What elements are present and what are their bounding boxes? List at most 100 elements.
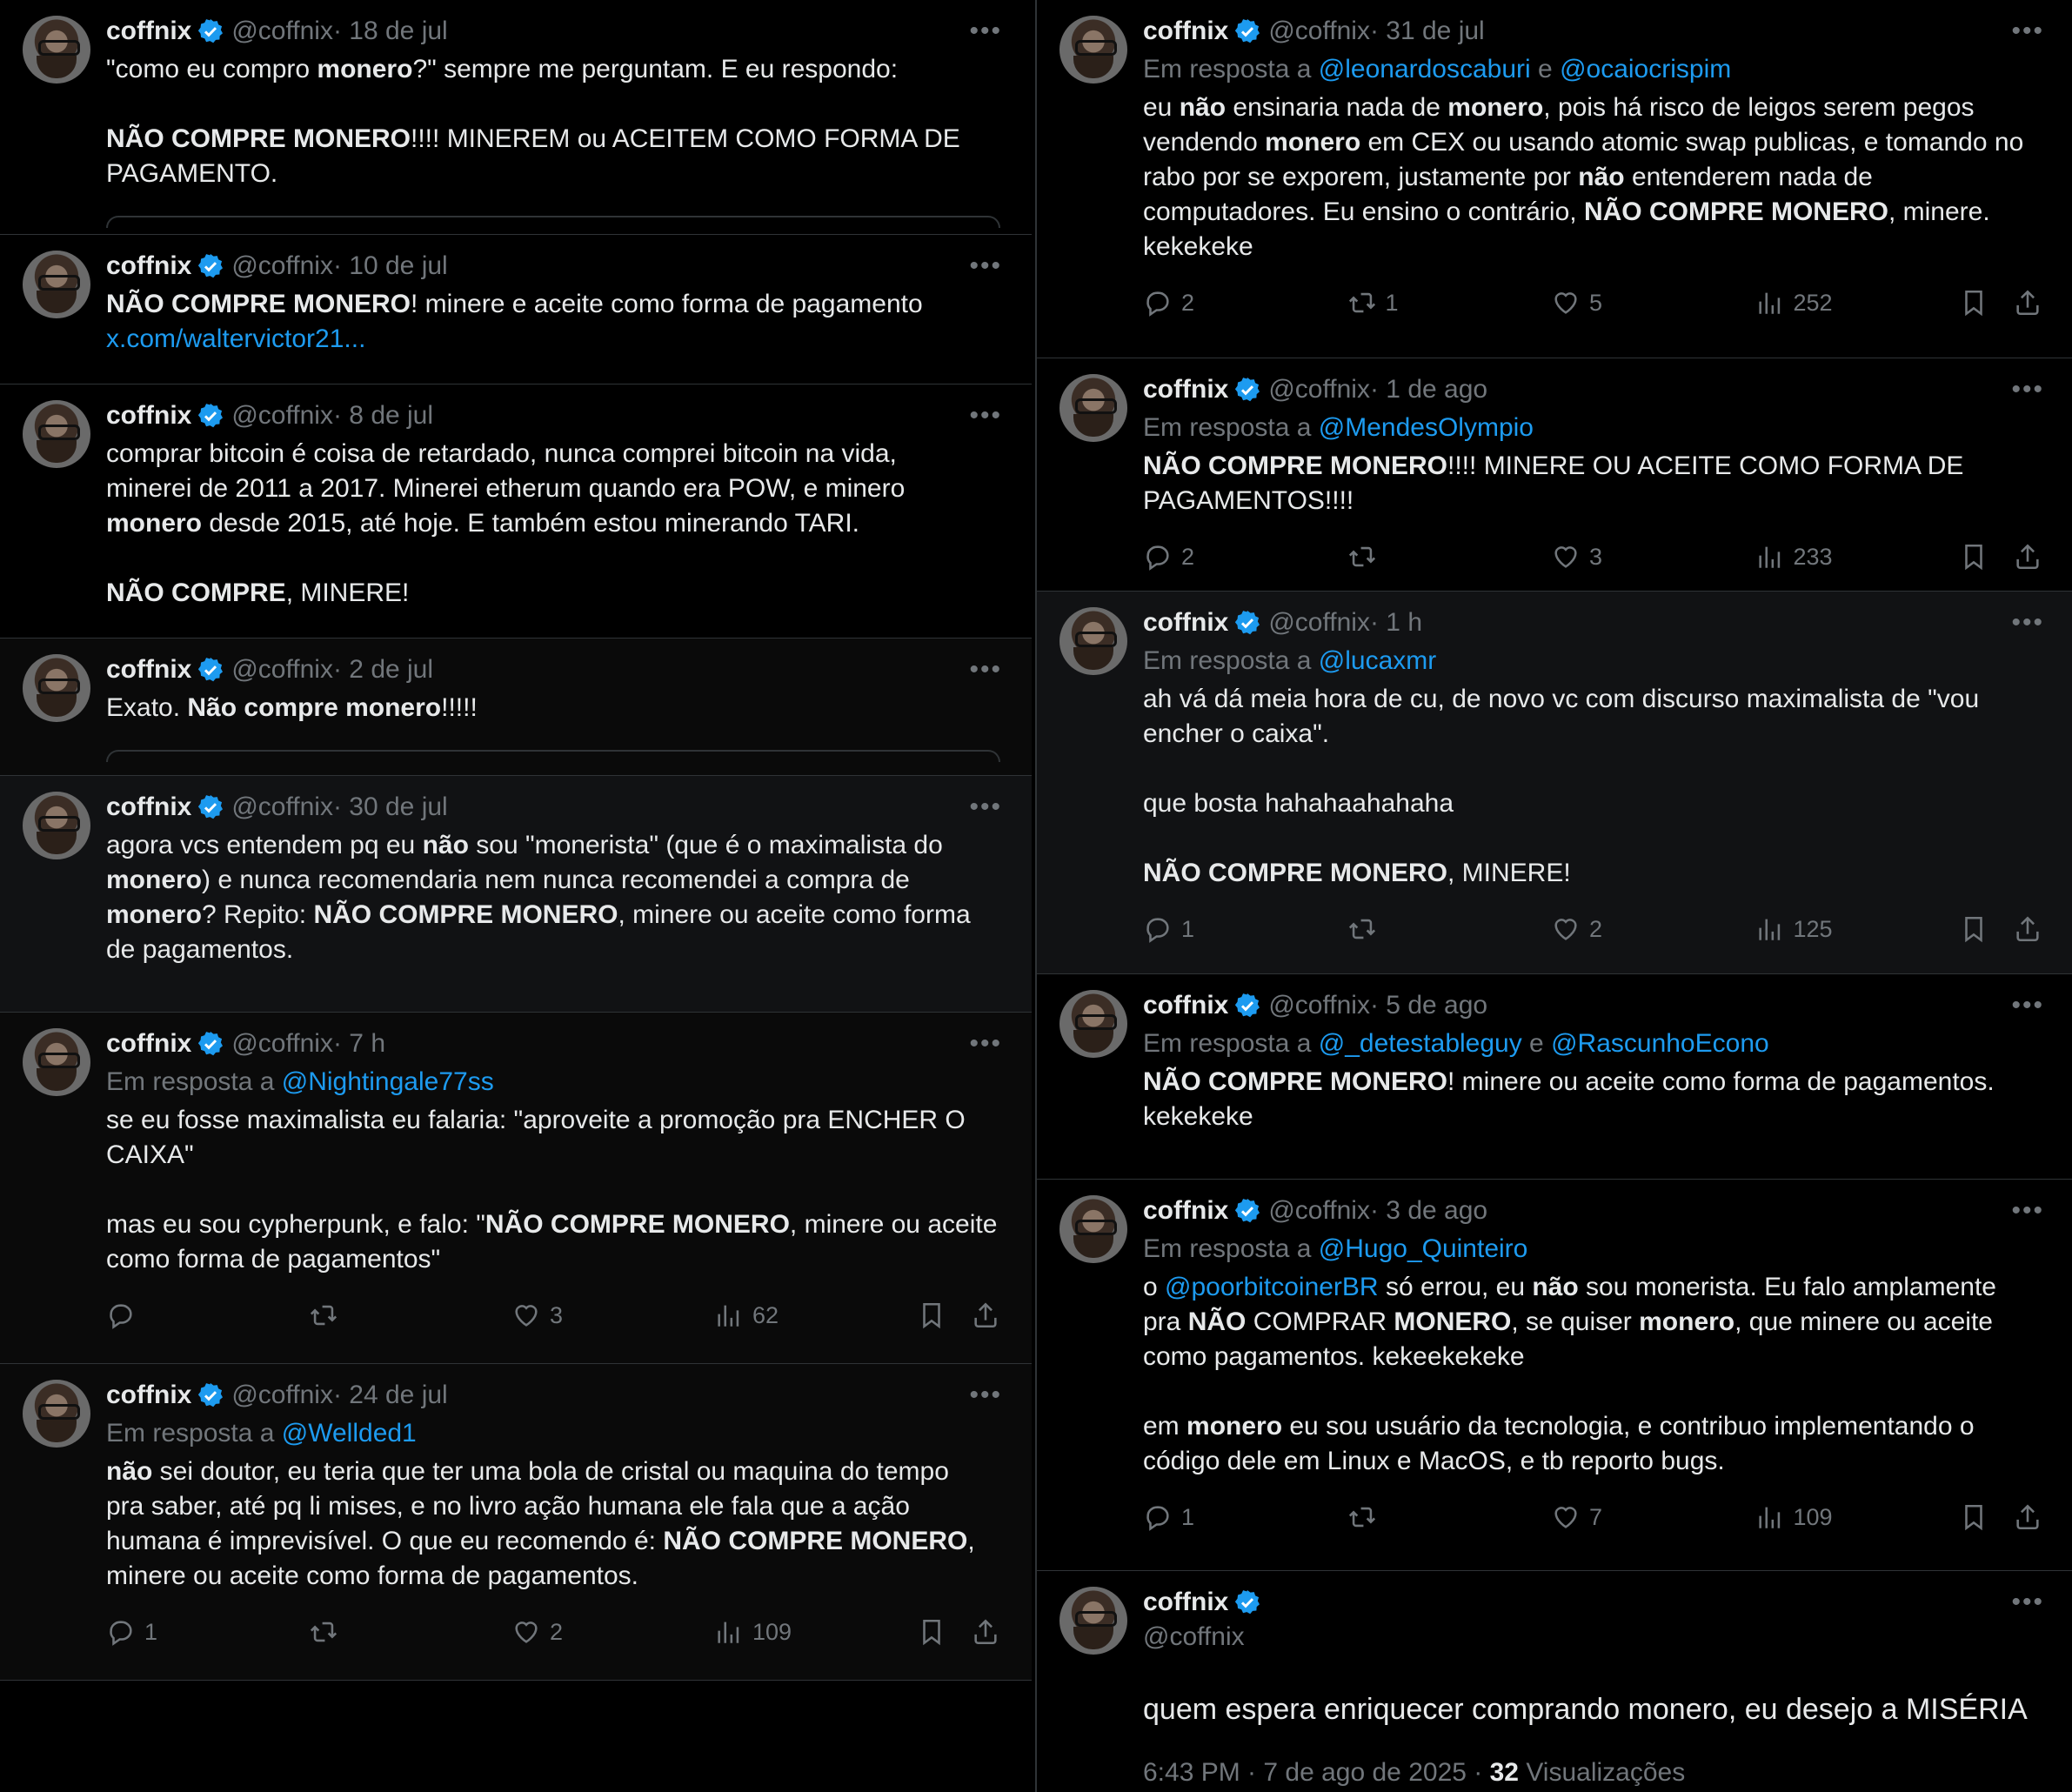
quoted-tweet-card[interactable] bbox=[106, 216, 1000, 228]
tweet-date[interactable]: · 1 de ago bbox=[1370, 372, 1487, 407]
avatar[interactable] bbox=[23, 400, 90, 468]
reply-button[interactable] bbox=[106, 1301, 228, 1330]
avatar[interactable] bbox=[23, 1028, 90, 1096]
reply-button[interactable]: 1 bbox=[1143, 912, 1265, 946]
more-options-icon[interactable]: ••• bbox=[969, 652, 1002, 687]
tweet-date[interactable]: · 5 de ago bbox=[1370, 988, 1487, 1023]
like-button[interactable]: 2 bbox=[1551, 912, 1673, 946]
avatar[interactable] bbox=[1059, 1195, 1127, 1263]
more-options-icon[interactable]: ••• bbox=[2011, 605, 2044, 640]
author-handle[interactable]: @coffnix bbox=[231, 1378, 333, 1413]
avatar[interactable] bbox=[1059, 1587, 1127, 1655]
mention-link[interactable]: @_detestableguy bbox=[1319, 1029, 1522, 1058]
tweet-date[interactable]: · 8 de jul bbox=[333, 398, 433, 433]
more-options-icon[interactable]: ••• bbox=[969, 1378, 1002, 1413]
author-name[interactable]: coffnix bbox=[106, 14, 191, 49]
repost-button[interactable] bbox=[309, 1301, 431, 1330]
tweet-date[interactable]: · 24 de jul bbox=[333, 1378, 448, 1413]
author-name[interactable]: coffnix bbox=[106, 398, 191, 433]
more-options-icon[interactable]: ••• bbox=[969, 1026, 1002, 1061]
more-options-icon[interactable]: ••• bbox=[969, 398, 1002, 433]
quoted-tweet-card[interactable] bbox=[106, 750, 1000, 762]
like-button[interactable]: 2 bbox=[511, 1615, 633, 1649]
author-handle[interactable]: @coffnix bbox=[231, 652, 333, 687]
link[interactable]: @poorbitcoinerBR bbox=[1165, 1273, 1379, 1301]
author-name[interactable]: coffnix bbox=[106, 1378, 191, 1413]
reply-button[interactable]: 1 bbox=[1143, 1500, 1265, 1535]
author-name[interactable]: coffnix bbox=[106, 790, 191, 825]
share-button[interactable] bbox=[2013, 288, 2042, 318]
mention-link[interactable]: @MendesOlympio bbox=[1319, 413, 1534, 442]
timestamp[interactable]: 6:43 PM · 7 de ago de 2025 · bbox=[1143, 1758, 1490, 1787]
author-name[interactable]: coffnix bbox=[106, 1026, 191, 1061]
author-name[interactable]: coffnix bbox=[106, 652, 191, 687]
mention-link[interactable]: @RascunhoEcono bbox=[1551, 1029, 1769, 1058]
more-options-icon[interactable]: ••• bbox=[2011, 1194, 2044, 1228]
share-button[interactable] bbox=[2013, 542, 2042, 572]
bookmark-button[interactable] bbox=[1959, 1502, 1988, 1532]
bookmark-button[interactable] bbox=[917, 1617, 946, 1647]
like-button[interactable]: 7 bbox=[1551, 1500, 1673, 1535]
tweet-date[interactable]: · 31 de jul bbox=[1370, 14, 1485, 49]
author-name[interactable]: coffnix bbox=[1143, 1585, 1228, 1620]
repost-button[interactable] bbox=[1347, 1502, 1469, 1532]
more-options-icon[interactable]: ••• bbox=[969, 249, 1002, 284]
avatar[interactable] bbox=[1059, 990, 1127, 1058]
more-options-icon[interactable]: ••• bbox=[2011, 988, 2044, 1023]
avatar[interactable] bbox=[23, 654, 90, 722]
views-button[interactable]: 109 bbox=[714, 1615, 836, 1649]
more-options-icon[interactable]: ••• bbox=[969, 14, 1002, 49]
author-name[interactable]: coffnix bbox=[1143, 14, 1228, 49]
author-handle[interactable]: @coffnix bbox=[1268, 1194, 1370, 1228]
author-handle[interactable]: @coffnix bbox=[231, 790, 333, 825]
author-handle[interactable]: @coffnix bbox=[1143, 1620, 2042, 1655]
share-button[interactable] bbox=[2013, 914, 2042, 944]
avatar[interactable] bbox=[23, 1380, 90, 1448]
mention-link[interactable]: @lucaxmr bbox=[1319, 646, 1436, 675]
mention-link[interactable]: @ocaiocrispim bbox=[1560, 55, 1731, 84]
reply-button[interactable]: 2 bbox=[1143, 539, 1265, 574]
author-name[interactable]: coffnix bbox=[1143, 372, 1228, 407]
author-name[interactable]: coffnix bbox=[106, 249, 191, 284]
bookmark-button[interactable] bbox=[917, 1301, 946, 1330]
link[interactable]: x.com/waltervictor21... bbox=[106, 324, 365, 353]
author-handle[interactable]: @coffnix bbox=[231, 249, 333, 284]
tweet-date[interactable]: · 18 de jul bbox=[333, 14, 448, 49]
share-button[interactable] bbox=[2013, 1502, 2042, 1532]
author-handle[interactable]: @coffnix bbox=[1268, 988, 1370, 1023]
tweet-date[interactable]: · 7 h bbox=[333, 1026, 385, 1061]
more-options-icon[interactable]: ••• bbox=[969, 790, 1002, 825]
avatar[interactable] bbox=[23, 792, 90, 859]
repost-button[interactable] bbox=[1347, 542, 1469, 572]
author-handle[interactable]: @coffnix bbox=[1268, 605, 1370, 640]
views-button[interactable]: 62 bbox=[714, 1298, 836, 1333]
tweet-date[interactable]: · 2 de jul bbox=[333, 652, 433, 687]
mention-link[interactable]: @leonardoscaburi bbox=[1319, 55, 1531, 84]
repost-button[interactable] bbox=[1347, 914, 1469, 944]
more-options-icon[interactable]: ••• bbox=[2011, 372, 2044, 407]
views-button[interactable]: 233 bbox=[1755, 539, 1877, 574]
author-handle[interactable]: @coffnix bbox=[1268, 14, 1370, 49]
views-button[interactable]: 125 bbox=[1755, 912, 1877, 946]
more-options-icon[interactable]: ••• bbox=[2011, 14, 2044, 49]
author-name[interactable]: coffnix bbox=[1143, 605, 1228, 640]
avatar[interactable] bbox=[1059, 16, 1127, 84]
author-handle[interactable]: @coffnix bbox=[1268, 372, 1370, 407]
bookmark-button[interactable] bbox=[1959, 542, 1988, 572]
like-button[interactable]: 3 bbox=[511, 1298, 633, 1333]
author-handle[interactable]: @coffnix bbox=[231, 14, 333, 49]
author-handle[interactable]: @coffnix bbox=[231, 1026, 333, 1061]
avatar[interactable] bbox=[1059, 374, 1127, 442]
like-button[interactable]: 3 bbox=[1551, 539, 1673, 574]
tweet-date[interactable]: · 10 de jul bbox=[333, 249, 448, 284]
reply-button[interactable]: 1 bbox=[106, 1615, 228, 1649]
tweet-date[interactable]: · 30 de jul bbox=[333, 790, 448, 825]
repost-button[interactable] bbox=[309, 1617, 431, 1647]
more-options-icon[interactable]: ••• bbox=[2011, 1585, 2044, 1620]
reply-button[interactable]: 2 bbox=[1143, 285, 1265, 320]
avatar[interactable] bbox=[1059, 607, 1127, 675]
author-handle[interactable]: @coffnix bbox=[231, 398, 333, 433]
tweet-date[interactable]: · 1 h bbox=[1370, 605, 1422, 640]
views-button[interactable]: 252 bbox=[1755, 285, 1877, 320]
bookmark-button[interactable] bbox=[1959, 288, 1988, 318]
